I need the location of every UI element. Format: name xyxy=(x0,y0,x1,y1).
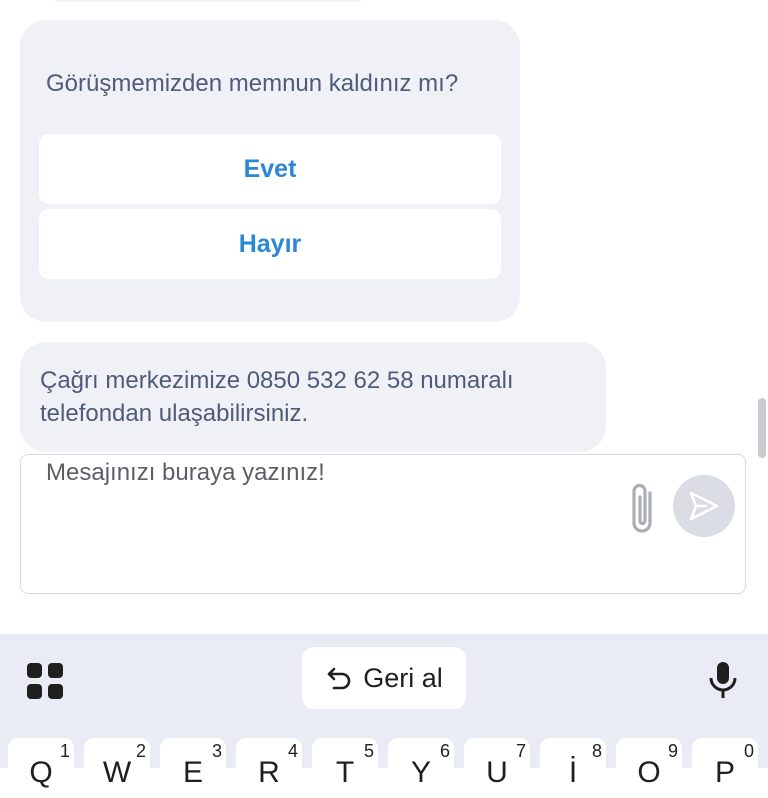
key-q[interactable]: 1Q xyxy=(8,738,74,798)
key-p[interactable]: 0P xyxy=(692,738,758,798)
key-t[interactable]: 5T xyxy=(312,738,378,798)
key-u[interactable]: 7U xyxy=(464,738,530,798)
undo-button[interactable]: Geri al xyxy=(302,647,466,709)
previous-message-bubble xyxy=(48,0,368,2)
scrollbar[interactable] xyxy=(758,398,766,458)
key-r[interactable]: 4R xyxy=(236,738,302,798)
undo-icon xyxy=(327,667,351,690)
send-icon xyxy=(689,491,719,521)
undo-label: Geri al xyxy=(363,662,443,693)
message-input[interactable] xyxy=(46,459,606,487)
info-message-bubble: Çağrı merkezimize 0850 532 62 58 numaral… xyxy=(20,342,606,452)
key-i-dotted[interactable]: 8İ xyxy=(540,738,606,798)
key-y[interactable]: 6Y xyxy=(388,738,454,798)
paperclip-icon[interactable] xyxy=(623,479,663,539)
key-o[interactable]: 9O xyxy=(616,738,682,798)
message-composer xyxy=(20,454,746,594)
send-button[interactable] xyxy=(673,475,735,537)
keyboard: Geri al 1Q 2W 3E 4R 5T 6Y 7U 8İ 9O 0P xyxy=(0,634,768,798)
key-w[interactable]: 2W xyxy=(84,738,150,798)
info-message-text: Çağrı merkezimize 0850 532 62 58 numaral… xyxy=(40,367,514,427)
yes-button[interactable]: Evet xyxy=(39,134,501,204)
key-e[interactable]: 3E xyxy=(160,738,226,798)
no-button[interactable]: Hayır xyxy=(39,209,501,279)
grid-icon[interactable] xyxy=(26,662,64,700)
microphone-icon[interactable] xyxy=(706,660,740,702)
satisfaction-survey-bubble: Görüşmemizden memnun kaldınız mı? Evet H… xyxy=(20,20,520,322)
survey-question: Görüşmemizden memnun kaldınız mı? xyxy=(46,70,459,97)
